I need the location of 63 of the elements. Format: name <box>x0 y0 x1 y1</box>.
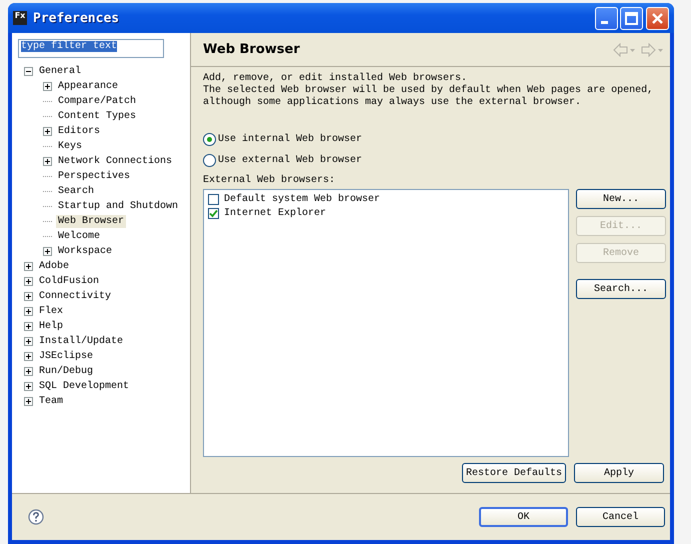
expander-icon[interactable] <box>43 82 52 91</box>
browser-item[interactable]: Internet Explorer <box>208 206 564 220</box>
expander-icon[interactable] <box>24 307 33 316</box>
tree-item[interactable]: Adobe <box>37 260 72 273</box>
description-text: although some applications may always use the external browser. <box>203 97 582 109</box>
page-button[interactable]: Apply <box>574 463 664 483</box>
expander-icon[interactable] <box>24 277 33 286</box>
expander-icon[interactable] <box>43 247 52 256</box>
page-button[interactable]: Restore Defaults <box>462 463 566 483</box>
tree-item[interactable]: Web Browser <box>56 215 126 228</box>
tree-item[interactable]: Network Connections <box>56 155 174 168</box>
checkmark-icon <box>209 208 218 218</box>
expander-icon[interactable] <box>43 127 52 136</box>
tree-item[interactable]: Flex <box>37 305 66 318</box>
filter-field[interactable]: type filter text <box>18 39 164 58</box>
tree-item[interactable]: SQL Development <box>37 380 132 393</box>
description-text: The selected Web browser will be used by default when Web pages are opened, <box>203 85 654 96</box>
tree-item[interactable]: Startup and Shutdown <box>56 200 180 213</box>
filter-text: type filter text <box>21 41 118 52</box>
tree-item[interactable]: Workspace <box>56 245 114 258</box>
tree-item[interactable]: Welcome <box>56 230 102 243</box>
maximize-button[interactable] <box>620 6 643 30</box>
radio-option[interactable]: Use external Web browser <box>203 154 666 167</box>
tree-item[interactable]: Search <box>56 185 96 198</box>
tree-item[interactable]: Team <box>37 395 66 408</box>
tree-item[interactable]: Appearance <box>56 80 120 93</box>
list-action-button[interactable]: Search... <box>576 279 666 299</box>
tree-item[interactable]: JSEclipse <box>37 350 96 363</box>
expander-icon[interactable] <box>43 157 52 166</box>
dialog-button[interactable]: OK <box>479 507 568 527</box>
list-action-button[interactable]: New... <box>576 189 666 209</box>
tree-item[interactable]: Run/Debug <box>37 365 96 378</box>
tree-item[interactable]: Perspectives <box>56 170 132 183</box>
tree-item[interactable]: Keys <box>56 140 84 153</box>
tree-item[interactable]: Content Types <box>56 110 138 123</box>
expander-icon[interactable] <box>24 397 33 406</box>
dialog-button[interactable]: Cancel <box>576 507 665 527</box>
help-icon[interactable] <box>28 509 44 525</box>
page-title: Web Browser <box>203 42 300 57</box>
minimize-button[interactable] <box>595 6 618 30</box>
expander-icon[interactable] <box>24 352 33 361</box>
minimize-icon <box>601 20 608 24</box>
tree-item[interactable]: Editors <box>56 125 102 138</box>
tree-item[interactable]: General <box>37 65 84 78</box>
expander-icon[interactable] <box>24 67 33 76</box>
tree-item[interactable]: Help <box>37 320 66 333</box>
tree-item[interactable]: Compare/Patch <box>56 95 138 108</box>
browser-item[interactable]: Default system Web browser <box>208 192 564 206</box>
expander-icon[interactable] <box>24 337 33 346</box>
app-icon: Fx <box>13 11 27 25</box>
window-title: Preferences <box>33 10 120 26</box>
tree-item[interactable]: ColdFusion <box>37 275 102 288</box>
close-button[interactable] <box>646 6 669 30</box>
expander-icon[interactable] <box>24 367 33 376</box>
radio-option[interactable]: Use internal Web browser <box>203 133 666 146</box>
tree-item[interactable]: Install/Update <box>37 335 126 348</box>
expander-icon[interactable] <box>24 262 33 271</box>
expander-icon[interactable] <box>24 322 33 331</box>
description-text: Add, remove, or edit installed Web browsers. <box>203 73 468 84</box>
expander-icon[interactable] <box>24 382 33 391</box>
expander-icon[interactable] <box>24 292 33 301</box>
tree-item[interactable]: Connectivity <box>37 290 114 303</box>
list-label: External Web browsers: <box>203 175 336 186</box>
